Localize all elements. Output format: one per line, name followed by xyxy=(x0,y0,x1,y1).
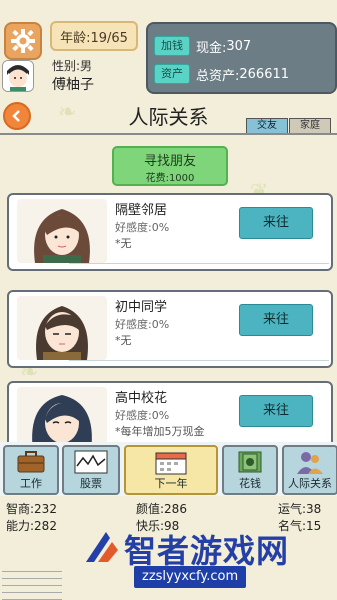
cash-icon xyxy=(238,451,262,473)
card-ground-line xyxy=(69,245,329,264)
tab-family[interactable]: 家庭 xyxy=(289,118,331,134)
nav-work-label: 工作 xyxy=(20,477,42,490)
luck-stat: 运气:38 xyxy=(278,502,322,516)
iq-stat: 智商:232 xyxy=(6,502,57,516)
add-money-button[interactable]: 加钱 xyxy=(154,36,190,56)
cash-label: 现金: xyxy=(196,40,227,56)
find-friends-cost: 花费:1000 xyxy=(145,173,195,184)
money-panel: 加钱 现金: 307 资产 总资产: 266611 xyxy=(146,22,337,94)
interact-button[interactable]: 来往 xyxy=(239,304,313,336)
nav-spend-label: 花钱 xyxy=(239,477,261,490)
total-assets-label: 总资产: xyxy=(196,68,240,84)
friend-name: 初中同学 xyxy=(115,300,168,315)
nav-spend-button[interactable]: 花钱 xyxy=(222,445,278,495)
gender-text: 性别:男 xyxy=(52,59,93,73)
divider xyxy=(0,133,337,135)
cash-row: 加钱 现金: 307 xyxy=(154,36,251,56)
calendar-icon xyxy=(155,452,187,475)
assets-button[interactable]: 资产 xyxy=(154,64,190,84)
total-assets-value: 266611 xyxy=(239,66,290,82)
friend-card: 隔壁邻居 好感度:0% *无 来往 xyxy=(7,193,333,271)
nav-work-button[interactable]: 工作 xyxy=(3,445,59,495)
interact-button[interactable]: 来往 xyxy=(239,395,313,427)
age-badge: 年龄:19/65 xyxy=(50,21,138,51)
nav-stocks-button[interactable]: 股票 xyxy=(62,445,120,495)
age-text: 年龄:19/65 xyxy=(60,30,128,46)
favor-text: 好感度:0% xyxy=(115,318,170,331)
favor-text: 好感度:0% xyxy=(115,409,170,422)
player-name: 傅柚子 xyxy=(52,77,94,93)
stock-chart-icon xyxy=(74,450,108,474)
favor-text: 好感度:0% xyxy=(115,221,170,234)
friend-name: 高中校花 xyxy=(115,391,168,406)
ability-stat: 能力:282 xyxy=(6,519,57,533)
nav-next-year-button[interactable]: 下一年 xyxy=(124,445,218,495)
nav-relationships-button[interactable]: 人际关系 xyxy=(282,445,337,495)
stats-row-1: 智商:232 颜值:286 运气:38 xyxy=(6,500,331,516)
card-ground-line xyxy=(69,342,329,361)
nav-stocks-label: 股票 xyxy=(80,477,102,490)
bottom-nav: 工作 股票 下一年 花钱 人际关系 xyxy=(0,442,337,496)
interact-button[interactable]: 来往 xyxy=(239,207,313,239)
friend-name: 隔壁邻居 xyxy=(115,203,168,218)
player-avatar xyxy=(2,60,34,92)
people-icon xyxy=(297,452,323,474)
watermark-url: zzslyyxcfy.com xyxy=(134,566,247,588)
settings-gear-icon[interactable] xyxy=(4,22,42,60)
note-text: *每年增加5万现金 xyxy=(115,425,205,438)
debug-overlay xyxy=(2,566,62,600)
assets-row: 资产 总资产: 266611 xyxy=(154,64,289,84)
nav-next-year-label: 下一年 xyxy=(154,477,188,490)
cash-value: 307 xyxy=(226,38,252,54)
tab-make-friends[interactable]: 交友 xyxy=(246,118,288,134)
briefcase-icon xyxy=(17,451,45,473)
friend-card: 初中同学 好感度:0% *无 来往 xyxy=(7,290,333,368)
looks-stat: 颜值:286 xyxy=(136,502,187,516)
nav-relationships-label: 人际关系 xyxy=(288,477,332,490)
find-friends-label: 寻找朋友 xyxy=(143,154,196,169)
watermark-logo-icon xyxy=(86,532,118,562)
find-friends-button[interactable]: 寻找朋友 花费:1000 xyxy=(112,146,228,186)
